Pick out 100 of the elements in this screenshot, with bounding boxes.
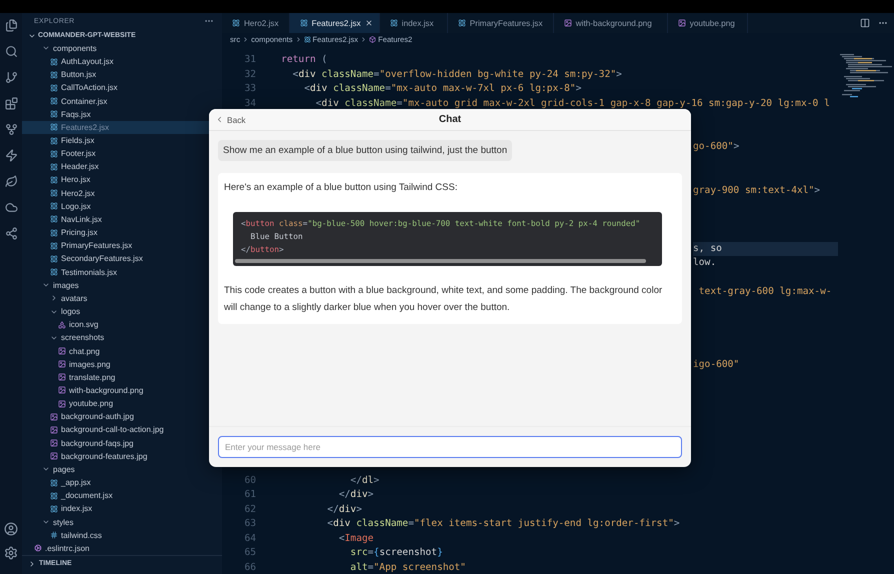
atom-icon bbox=[50, 110, 58, 118]
atom-icon bbox=[50, 268, 58, 276]
cloud-icon[interactable] bbox=[4, 201, 18, 214]
atom-icon bbox=[50, 123, 58, 132]
folder-item[interactable]: pages bbox=[22, 462, 222, 476]
chevron-right-icon bbox=[28, 560, 36, 568]
settings-icon[interactable] bbox=[4, 546, 18, 560]
file-item[interactable]: SecondaryFeatures.jsx bbox=[22, 252, 222, 266]
file-item[interactable]: Hero2.jsx bbox=[22, 186, 222, 200]
folder-item[interactable]: styles bbox=[22, 515, 222, 529]
atom-icon bbox=[300, 19, 308, 27]
code-line: src={screenshot} bbox=[349, 546, 443, 560]
code-line: <div className="overflow-hidden bg-white py-24 sm:py-32"> bbox=[292, 68, 622, 82]
code-line: <Image bbox=[338, 532, 374, 546]
fork-icon[interactable] bbox=[4, 123, 18, 136]
atom-icon bbox=[232, 19, 240, 27]
file-item[interactable]: images.png bbox=[22, 358, 222, 371]
code-line: gray-900 sm:text-4xl"> bbox=[693, 184, 822, 198]
message-input[interactable]: Enter your message here bbox=[218, 436, 682, 458]
atom-icon bbox=[304, 36, 310, 43]
leaf-icon[interactable] bbox=[4, 175, 18, 188]
user-message: Show me an example of a blue button using tailwind, just the button bbox=[218, 140, 512, 161]
folder-item[interactable]: avatars bbox=[22, 292, 222, 305]
image-icon bbox=[678, 19, 686, 27]
atom-icon bbox=[50, 97, 58, 106]
extensions-icon[interactable] bbox=[4, 97, 18, 110]
line-number: 31 bbox=[243, 53, 256, 67]
line-number: 61 bbox=[243, 488, 256, 502]
atom-icon bbox=[50, 202, 58, 210]
file-item[interactable]: with-background.png bbox=[22, 384, 222, 398]
cube-icon bbox=[369, 36, 376, 43]
folder-item[interactable]: screenshots bbox=[22, 331, 222, 344]
file-item[interactable]: icon.svg bbox=[22, 318, 222, 332]
file-item[interactable]: Pricing.jsx bbox=[22, 226, 222, 240]
code-line: <div className="mx-auto grid max-w-2xl grid-cols-1 gap-x-8 gap-y-16 sm:gap-y-20 lg:mx-0 l bbox=[314, 96, 830, 110]
editor-tab[interactable]: Features2.jsx bbox=[290, 13, 380, 33]
file-item[interactable]: Header.jsx bbox=[22, 160, 222, 174]
file-item[interactable]: youtube.png bbox=[22, 397, 222, 410]
atom-icon bbox=[50, 150, 58, 158]
code-line: return ( bbox=[280, 53, 328, 67]
atom-icon bbox=[458, 19, 466, 27]
file-item[interactable]: PrimaryFeatures.jsx bbox=[22, 239, 222, 252]
atom-icon bbox=[50, 504, 58, 513]
chevron-right-icon bbox=[294, 36, 302, 43]
split-editor-icon[interactable] bbox=[860, 18, 870, 28]
file-item[interactable]: Button.jsx bbox=[22, 68, 222, 82]
atom-icon bbox=[50, 254, 58, 263]
chevron-left-icon bbox=[215, 115, 224, 124]
hash-icon bbox=[50, 531, 58, 540]
line-number: 34 bbox=[243, 96, 256, 110]
file-item[interactable]: chat.png bbox=[22, 344, 222, 358]
code-line: igo-600" bbox=[693, 358, 740, 372]
atom-icon bbox=[50, 162, 58, 171]
file-item[interactable]: NavLink.jsx bbox=[22, 212, 222, 226]
file-item[interactable]: _app.jsx bbox=[22, 476, 222, 490]
file-item[interactable]: tailwind.css bbox=[22, 528, 222, 542]
atom-icon bbox=[50, 492, 58, 500]
close-icon[interactable] bbox=[364, 19, 373, 27]
file-item[interactable]: Logo.jsx bbox=[22, 200, 222, 213]
image-icon bbox=[58, 373, 66, 382]
file-item[interactable]: background-auth.jpg bbox=[22, 410, 222, 424]
atom-icon bbox=[50, 242, 58, 250]
image-icon bbox=[50, 426, 58, 434]
atom-icon bbox=[50, 176, 58, 184]
chevron-right-icon bbox=[242, 36, 250, 43]
file-item[interactable]: index.jsx bbox=[22, 502, 222, 516]
atom-icon bbox=[50, 215, 58, 224]
file-item[interactable]: background-call-to-action.jpg bbox=[22, 423, 222, 437]
line-number: 33 bbox=[243, 82, 256, 96]
file-item[interactable]: .eslintrc.json bbox=[22, 542, 222, 555]
file-item[interactable]: Container.jsx bbox=[22, 94, 222, 108]
file-item[interactable]: Testimonials.jsx bbox=[22, 266, 222, 279]
code-line: </div> bbox=[326, 502, 362, 516]
image-icon bbox=[50, 412, 58, 421]
file-item[interactable]: _document.jsx bbox=[22, 489, 222, 502]
line-number: 64 bbox=[243, 532, 256, 546]
file-item[interactable]: CallToAction.jsx bbox=[22, 81, 222, 94]
share-icon[interactable] bbox=[4, 227, 18, 240]
folder-item[interactable]: components bbox=[22, 42, 222, 55]
gear-icon bbox=[34, 544, 42, 552]
image-icon bbox=[564, 19, 572, 27]
account-icon[interactable] bbox=[4, 522, 18, 536]
folder-item[interactable]: images bbox=[22, 278, 222, 292]
file-item[interactable]: AuthLayout.jsx bbox=[22, 55, 222, 68]
lightning-icon[interactable] bbox=[4, 149, 18, 162]
branch-icon[interactable] bbox=[4, 71, 18, 84]
file-item[interactable]: translate.png bbox=[22, 370, 222, 384]
atom-icon bbox=[50, 228, 58, 237]
message-text: This code creates a button with a blue background, white text, and some padding. The background color will change to a slightly darker blue when you hover over the button. bbox=[224, 284, 664, 315]
line-number: 62 bbox=[243, 502, 256, 516]
search-icon[interactable] bbox=[4, 45, 18, 58]
image-icon bbox=[58, 386, 66, 394]
folder-item[interactable]: logos bbox=[22, 304, 222, 318]
atom-icon bbox=[50, 136, 58, 145]
code-line: low. bbox=[693, 256, 718, 270]
code-line: alt="App screenshot" bbox=[349, 560, 466, 574]
file-item[interactable]: Hero.jsx bbox=[22, 173, 222, 187]
files-icon[interactable] bbox=[4, 19, 18, 32]
atom-icon bbox=[50, 189, 58, 198]
line-number: 65 bbox=[243, 546, 256, 560]
